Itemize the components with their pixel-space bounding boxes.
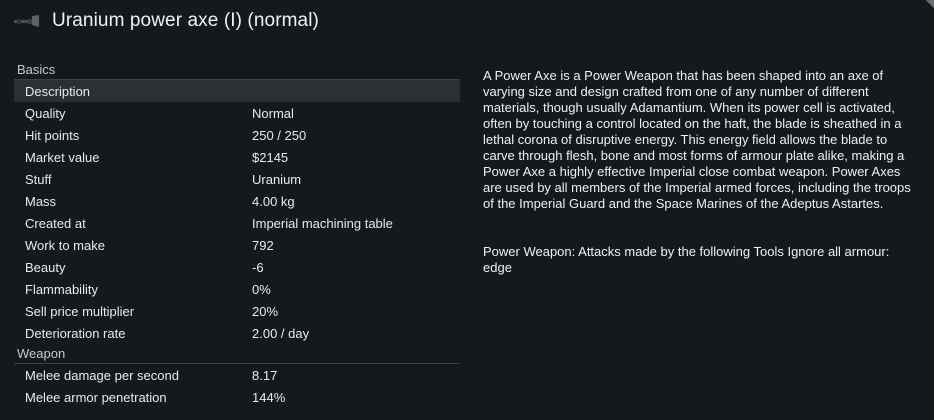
stat-value: 4.00 kg xyxy=(252,193,295,209)
power-weapon-note: Power Weapon: Attacks made by the follow… xyxy=(483,244,890,259)
stat-label: Work to make xyxy=(25,237,105,253)
stat-label: Hit points xyxy=(25,127,80,143)
power-weapon-note-tools: edge xyxy=(483,260,512,275)
stat-label: Beauty xyxy=(25,259,66,275)
description-text: A Power Axe is a Power Weapon that has b… xyxy=(483,68,911,211)
stat-label: Melee armor penetration xyxy=(25,389,167,405)
stat-row-melee-armor-penetration[interactable]: Melee armor penetration 144% xyxy=(14,386,460,408)
stat-value: Uranium xyxy=(252,171,302,187)
stat-row-quality[interactable]: Quality Normal xyxy=(14,102,460,124)
window-title: Uranium power axe (I) (normal) xyxy=(52,10,319,31)
stats-panel: Basics Description Quality Normal Hit points… xyxy=(14,60,460,408)
stat-row-deterioration-rate[interactable]: Deterioration rate 2.00 / day xyxy=(14,322,460,344)
window-corner-decoration xyxy=(924,0,934,10)
stat-row-stuff[interactable]: Stuff Uranium xyxy=(14,168,460,190)
stat-value: 250 / 250 xyxy=(252,127,307,143)
stat-row-flammability[interactable]: Flammability 0% xyxy=(14,278,460,300)
stat-label: Quality xyxy=(25,105,66,121)
stat-value: Normal xyxy=(252,105,294,121)
section-header-weapon: Weapon xyxy=(14,344,460,364)
stat-label: Deterioration rate xyxy=(25,325,126,341)
stat-label: Created at xyxy=(25,215,86,231)
stat-row-created-at[interactable]: Created at Imperial machining table xyxy=(14,212,460,234)
item-info-window: Uranium power axe (I) (normal) Basics Des… xyxy=(0,0,934,420)
stat-value: 0% xyxy=(252,281,271,297)
stat-label: Stuff xyxy=(25,171,52,187)
stat-value: 792 xyxy=(252,237,274,253)
stat-label: Sell price multiplier xyxy=(25,303,135,319)
stat-label: Mass xyxy=(25,193,57,209)
stat-row-description[interactable]: Description xyxy=(14,80,460,102)
stat-value: 2.00 / day xyxy=(252,325,310,341)
stat-value: 8.17 xyxy=(252,367,278,383)
window-header: Uranium power axe (I) (normal) xyxy=(14,6,319,36)
section-header-basics: Basics xyxy=(14,60,460,80)
stat-label: Description xyxy=(25,83,91,99)
stat-row-mass[interactable]: Mass 4.00 kg xyxy=(14,190,460,212)
stat-value: 20% xyxy=(252,303,279,319)
stat-value: Imperial machining table xyxy=(252,215,393,231)
stat-value: -6 xyxy=(252,259,264,275)
stat-row-sell-price-multiplier[interactable]: Sell price multiplier 20% xyxy=(14,300,460,322)
stat-row-hit-points[interactable]: Hit points 250 / 250 xyxy=(14,124,460,146)
stat-value: $2145 xyxy=(252,149,289,165)
stat-row-melee-damage-per-second[interactable]: Melee damage per second 8.17 xyxy=(14,364,460,386)
stat-row-work-to-make[interactable]: Work to make 792 xyxy=(14,234,460,256)
description-panel: A Power Axe is a Power Weapon that has b… xyxy=(483,68,913,276)
stat-label: Flammability xyxy=(25,281,98,297)
axe-icon xyxy=(14,14,40,28)
stat-value: 144% xyxy=(252,389,286,405)
stat-row-market-value[interactable]: Market value $2145 xyxy=(14,146,460,168)
stat-label: Market value xyxy=(25,149,100,165)
stat-label: Melee damage per second xyxy=(25,367,179,383)
stat-row-beauty[interactable]: Beauty -6 xyxy=(14,256,460,278)
